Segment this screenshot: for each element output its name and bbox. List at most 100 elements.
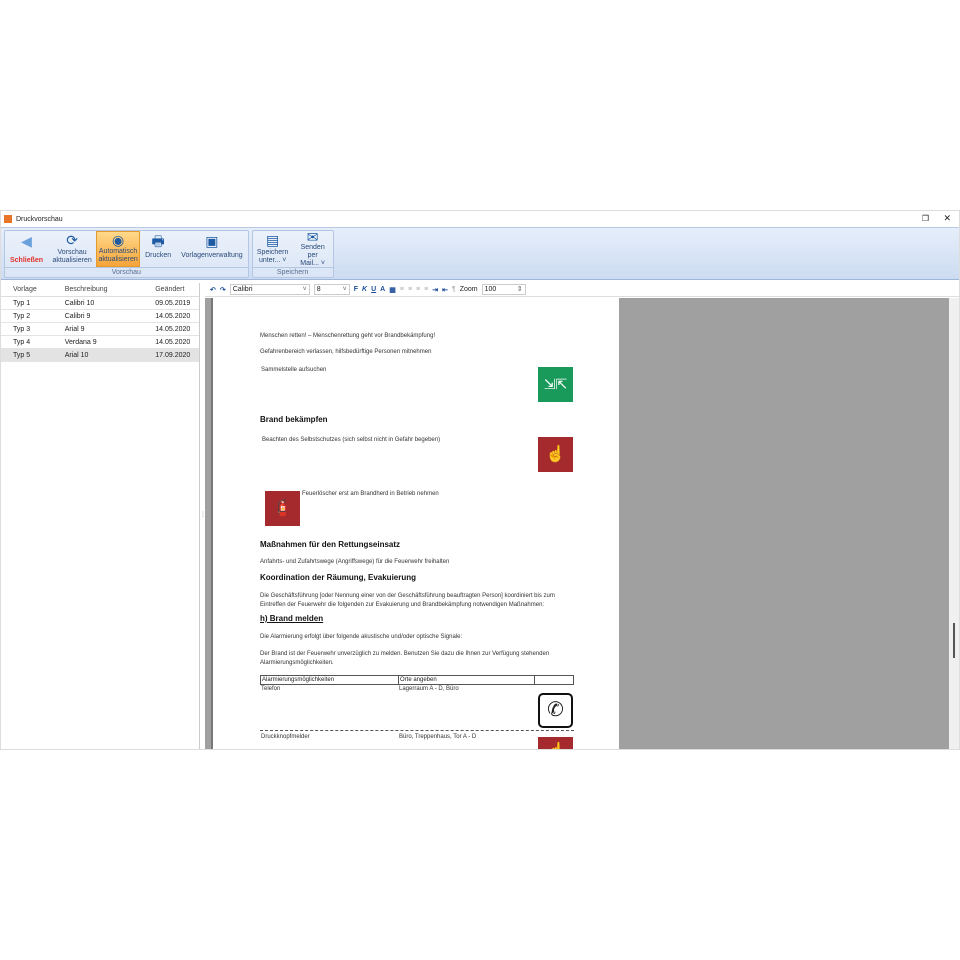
align-right-icon[interactable]: ≡ [416, 286, 420, 293]
scrollbar-thumb[interactable] [953, 623, 955, 658]
table-cell: Typ 3 [13, 326, 31, 333]
heading: Koordination der Räumung, Evakuierung [260, 573, 417, 582]
auto-refresh-button[interactable]: ◉ Automatisch aktualisieren [96, 231, 141, 267]
vertical-scrollbar[interactable] [949, 298, 959, 749]
font-select[interactable]: Calibri ˅ [229, 284, 310, 295]
paragraph: Der Brand ist der Feuerwehr unverzüglich… [260, 651, 550, 666]
outdent-icon[interactable]: ⇤ [442, 286, 448, 294]
table-cell: 14.05.2020 [155, 313, 191, 320]
close-window-icon[interactable]: ✕ [943, 213, 951, 224]
col-vorlage[interactable]: Vorlage [1, 283, 65, 296]
paragraph: Menschen retten! – Menschenrettung geht … [260, 333, 436, 339]
alarm-table: Alarmierungsmöglichkeiten Orte angeben [260, 675, 574, 685]
table-cell: Druckknopfmelder [261, 734, 310, 740]
group-label: Speichern [252, 267, 333, 277]
window-title: Druckvorschau [16, 215, 63, 223]
floppy-icon: ▤ [266, 231, 280, 248]
template-row[interactable]: Typ 4 Verdana 9 14.05.2020 [1, 336, 199, 349]
template-row[interactable]: Typ 1 Calibri 10 09.05.2019 [1, 297, 199, 310]
table-cell: Arial 9 [64, 326, 85, 333]
paragraph: Sammelstelle aufsuchen [261, 367, 327, 373]
mail-icon: ✉ [306, 229, 319, 245]
restore-icon[interactable]: ❐ [922, 214, 929, 223]
format-toolbar: ↶ ↷ Calibri ˅ 8 ˅ F K U A ▦ ≡ ≡ ≡ ≡ ⇥ ⇤ ¶ … [205, 283, 959, 297]
undo-icon[interactable]: ↶ [210, 286, 216, 294]
heading: Maßnahmen für den Rettungseinsatz [260, 540, 401, 549]
zoom-input[interactable]: 100 ⇕ [481, 284, 526, 295]
assembly-point-icon: ⇲⇱ [538, 367, 573, 402]
printer-icon: 🖶 [151, 233, 165, 249]
app-icon [4, 215, 12, 223]
table-cell: 14.05.2020 [155, 339, 191, 346]
template-row[interactable]: Typ 3 Arial 9 14.05.2020 [1, 323, 199, 336]
align-center-icon[interactable]: ≡ [408, 286, 412, 293]
font-size-select[interactable]: 8 ˅ [313, 284, 350, 295]
table-cell: Typ 4 [13, 339, 31, 346]
table-cell: 14.05.2020 [155, 326, 191, 333]
paragraph: Feuerlöscher erst am Brandherd in Betrie… [302, 491, 439, 497]
table-cell: Arial 10 [64, 352, 89, 359]
template-list: Vorlage Beschreibung Geändert Typ 1 Calib… [1, 283, 200, 749]
table-cell: Lagerraum A - D, Büro [399, 686, 459, 692]
table-header-cell [534, 675, 574, 685]
template-icon: ▣ [205, 233, 219, 249]
auto-refresh-icon: ◉ [111, 231, 125, 248]
send-mail-button[interactable]: ✉ Senden per Mail... ˅ [293, 229, 333, 267]
group-label: Vorschau [5, 267, 248, 277]
pilcrow-button[interactable]: ¶ [452, 286, 456, 293]
close-button[interactable]: ◀ Schließen [5, 231, 48, 267]
print-button[interactable]: 🖶 Drucken [140, 231, 176, 267]
table-cell: Telefon [261, 686, 281, 692]
col-beschreibung[interactable]: Beschreibung [65, 283, 156, 296]
zoom-label: Zoom [459, 286, 478, 293]
table-cell: Typ 2 [13, 313, 31, 320]
splitter-handle[interactable]: ⋮ [200, 511, 206, 518]
telephone-icon: ✆ [538, 693, 573, 728]
font-color-button[interactable]: A [380, 286, 385, 293]
fire-alarm-button-icon: ☝ [538, 437, 573, 472]
table-cell: 09.05.2019 [155, 300, 191, 307]
refresh-preview-button[interactable]: ⟳ Vorschau aktualisieren [48, 231, 96, 267]
bold-button[interactable]: F [354, 286, 358, 293]
table-cell: Calibri 9 [64, 313, 91, 320]
highlight-icon[interactable]: ▦ [389, 286, 396, 294]
template-row[interactable]: Typ 5 Arial 10 17.09.2020 [1, 349, 199, 362]
print-preview-window: Druckvorschau ❐ ✕ ◀ Schließen ⟳ Vorschau a… [0, 210, 960, 750]
heading: h) Brand melden [260, 614, 324, 623]
table-cell: Typ 1 [13, 300, 31, 307]
template-management-button[interactable]: ▣ Vorlagenverwaltung [176, 231, 248, 267]
fire-extinguisher-icon: 🧯 [265, 491, 300, 526]
title-bar: Druckvorschau ❐ ✕ [1, 211, 959, 227]
heading: Brand bekämpfen [260, 415, 328, 424]
paragraph: Anfahrts- und Zufahrtswege (Angriffswege… [260, 559, 450, 565]
refresh-icon: ⟳ [66, 231, 78, 248]
align-left-icon[interactable]: ≡ [400, 286, 404, 293]
document-page: Menschen retten! – Menschenrettung geht … [211, 298, 619, 749]
template-row[interactable]: Typ 2 Calibri 9 14.05.2020 [1, 310, 199, 323]
redo-icon[interactable]: ↷ [220, 286, 226, 294]
document-viewer: Menschen retten! – Menschenrettung geht … [205, 298, 959, 749]
col-geaendert[interactable]: Geändert [155, 283, 199, 296]
ribbon: ◀ Schließen ⟳ Vorschau aktualisieren ◉ Auto… [1, 227, 959, 280]
italic-button[interactable]: K [362, 286, 367, 293]
group-vorschau: ◀ Schließen ⟳ Vorschau aktualisieren ◉ Auto… [4, 230, 249, 278]
paragraph: Die Geschäftsführung [oder Nennung einer… [260, 593, 555, 608]
table-header-cell: Orte angeben [398, 675, 535, 685]
paragraph: Gefahrenbereich verlassen, hilfsbedürfti… [260, 349, 432, 355]
table-cell: 17.09.2020 [155, 352, 191, 359]
table-cell: Verdana 9 [64, 339, 97, 346]
save-as-button[interactable]: ▤ Speichern unter... ˅ [253, 231, 293, 267]
table-header-cell: Alarmierungsmöglichkeiten [260, 675, 399, 685]
underline-button[interactable]: U [371, 286, 376, 293]
indent-icon[interactable]: ⇥ [432, 286, 438, 294]
table-header: Vorlage Beschreibung Geändert [1, 283, 199, 297]
paragraph: Die Alarmierung erfolgt über folgende ak… [260, 634, 463, 640]
table-cell: Calibri 10 [64, 300, 95, 307]
fire-alarm-button-icon: ☝ [538, 737, 573, 749]
table-cell: Typ 5 [13, 352, 31, 359]
back-arrow-icon: ◀ [21, 232, 32, 249]
group-speichern: ▤ Speichern unter... ˅ ✉ Senden per Mail..… [251, 229, 334, 278]
justify-icon[interactable]: ≡ [424, 286, 428, 293]
paragraph: Beachten des Selbstschutzes (sich selbst… [262, 437, 441, 443]
table-cell: Büro, Treppenhaus, Tor A - D [399, 734, 477, 740]
